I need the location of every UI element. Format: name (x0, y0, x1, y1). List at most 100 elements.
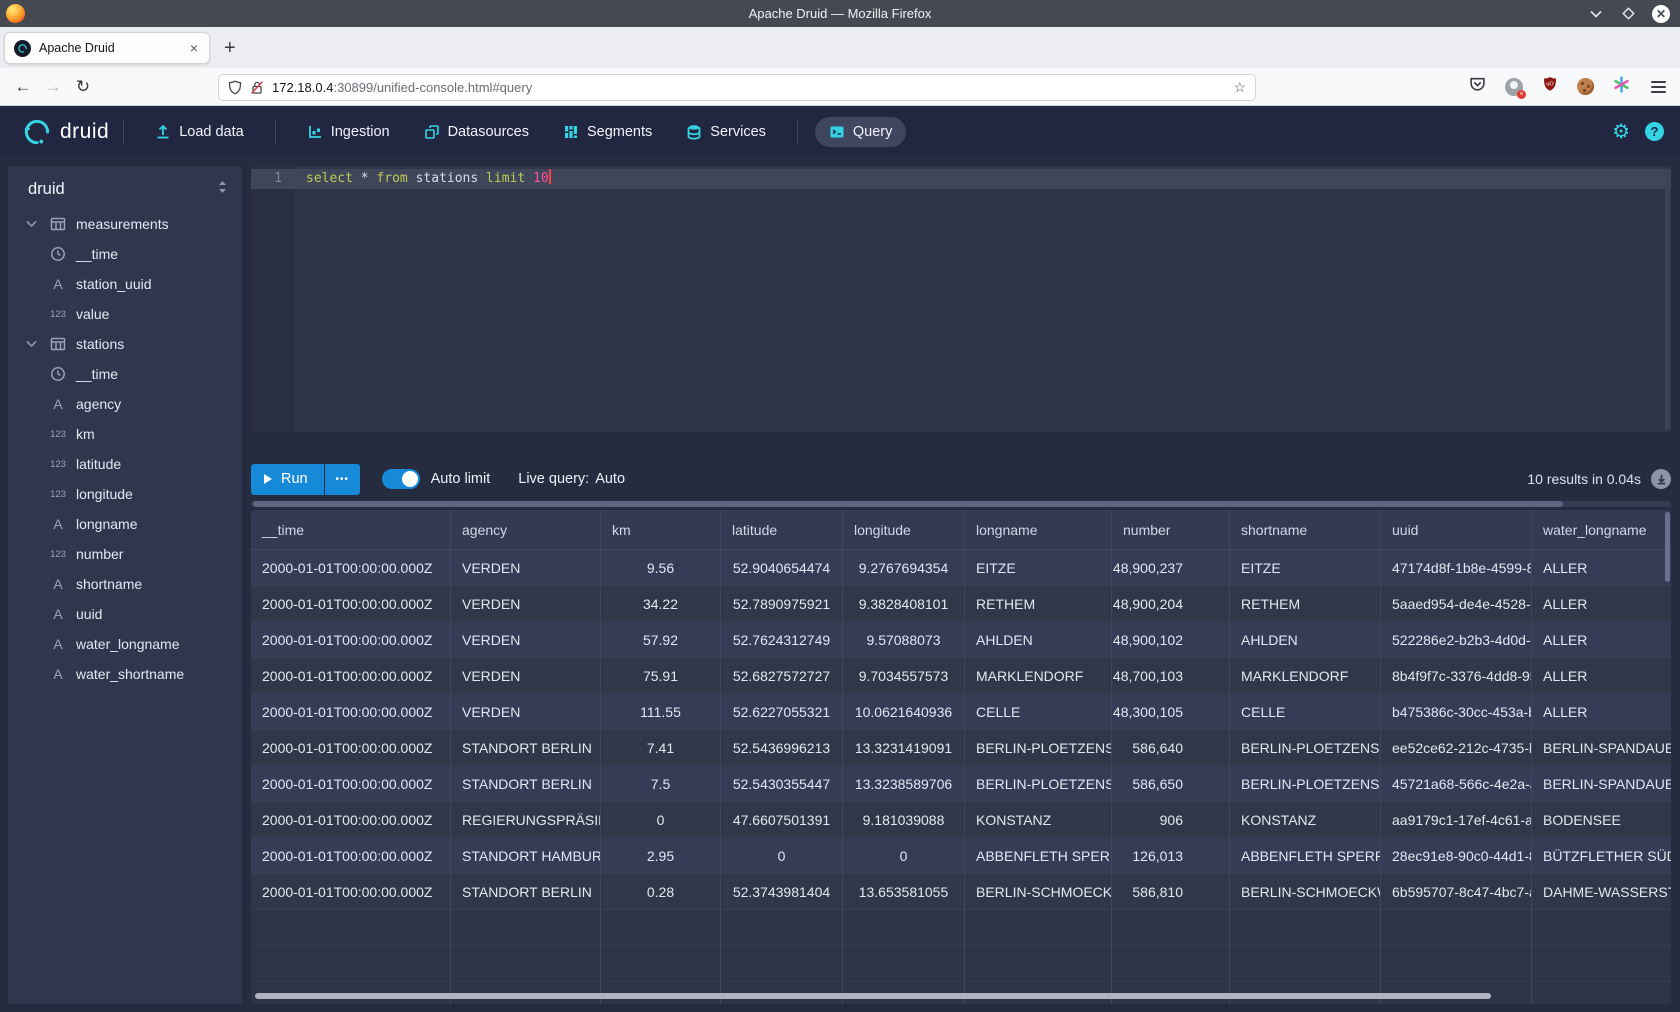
table-cell[interactable]: 2.95 (601, 838, 721, 874)
table-cell[interactable]: 2000-01-01T00:00:00.000Z (251, 838, 451, 874)
column-header-water_longname[interactable]: water_longname (1532, 510, 1671, 549)
ublock-icon[interactable]: uO (1542, 76, 1558, 98)
table-cell[interactable]: 906 (1112, 802, 1230, 838)
table-cell[interactable]: AHLDEN (965, 622, 1112, 658)
live-query-value[interactable]: Auto (595, 471, 625, 487)
download-icon[interactable] (1651, 469, 1671, 489)
browser-tab[interactable]: Apache Druid × (4, 32, 210, 64)
column-header-number[interactable]: number (1112, 510, 1230, 549)
table-cell[interactable]: ALLER (1532, 658, 1671, 694)
nav-item-segments[interactable]: Segments (549, 117, 666, 147)
table-cell[interactable]: 2000-01-01T00:00:00.000Z (251, 802, 451, 838)
table-cell[interactable]: 2000-01-01T00:00:00.000Z (251, 694, 451, 730)
reload-button[interactable]: ↻ (68, 77, 98, 97)
column-header-__time[interactable]: __time (251, 510, 451, 549)
schema-title[interactable]: druid (28, 180, 217, 199)
table-cell[interactable]: REGIERUNGSPRÄSIDIUM T (451, 802, 601, 838)
schema-column-latitude[interactable]: 123latitude (8, 449, 242, 479)
table-cell[interactable]: 52.9040654474 (721, 550, 843, 586)
table-cell[interactable]: 28ec91e8-90c0-44d1-8f6 (1381, 838, 1532, 874)
query-text[interactable]: select * from stations limit 10 (306, 169, 551, 189)
chevron-down-icon[interactable] (26, 220, 40, 228)
schema-column-longitude[interactable]: 123longitude (8, 479, 242, 509)
table-cell[interactable]: CELLE (1230, 694, 1381, 730)
table-cell[interactable]: ALLER (1532, 622, 1671, 658)
schema-column-value[interactable]: 123value (8, 299, 242, 329)
nav-item-services[interactable]: Services (672, 117, 780, 147)
table-cell[interactable]: VERDEN (451, 622, 601, 658)
schema-column-longname[interactable]: Alongname (8, 509, 242, 539)
table-cell[interactable]: BERLIN-SCHMOECKWITZ W (965, 874, 1112, 910)
chevron-down-icon[interactable] (26, 340, 40, 348)
table-cell[interactable]: 52.5430355447 (721, 766, 843, 802)
table-cell[interactable]: 111.55 (601, 694, 721, 730)
table-cell[interactable]: 48,900,204 (1112, 586, 1230, 622)
table-cell[interactable]: 5aaed954-de4e-4528-8f (1381, 586, 1532, 622)
table-cell[interactable]: 9.56 (601, 550, 721, 586)
table-cell[interactable]: ABBENFLETH SPERRWERK (1230, 838, 1381, 874)
table-cell[interactable]: 13.3231419091 (843, 730, 965, 766)
table-cell[interactable]: 2000-01-01T00:00:00.000Z (251, 622, 451, 658)
table-cell[interactable]: 7.5 (601, 766, 721, 802)
table-cell[interactable]: 2000-01-01T00:00:00.000Z (251, 550, 451, 586)
forward-button[interactable]: → (38, 77, 68, 97)
table-cell[interactable]: 9.3828408101 (843, 586, 965, 622)
table-cell[interactable]: 9.57088073 (843, 622, 965, 658)
column-header-agency[interactable]: agency (451, 510, 601, 549)
table-cell[interactable]: 6b595707-8c47-4bc7-a8a (1381, 874, 1532, 910)
schema-column-km[interactable]: 123km (8, 419, 242, 449)
schema-column-water_longname[interactable]: Awater_longname (8, 629, 242, 659)
table-cell[interactable]: 45721a68-566c-4e2a-a6f (1381, 766, 1532, 802)
table-cell[interactable]: STANDORT BERLIN (451, 766, 601, 802)
table-scrollbar-right[interactable] (1665, 512, 1670, 582)
table-cell[interactable]: 52.6227055321 (721, 694, 843, 730)
table-cell[interactable]: 2000-01-01T00:00:00.000Z (251, 730, 451, 766)
new-tab-button[interactable]: + (224, 38, 236, 58)
table-cell[interactable]: 52.5436996213 (721, 730, 843, 766)
table-cell[interactable]: 2000-01-01T00:00:00.000Z (251, 586, 451, 622)
table-cell[interactable]: 75.91 (601, 658, 721, 694)
table-cell[interactable]: 52.7890975921 (721, 586, 843, 622)
table-cell[interactable]: 34.22 (601, 586, 721, 622)
gear-icon[interactable]: ⚙ (1612, 122, 1630, 142)
table-scrollbar-top[interactable] (251, 501, 1671, 507)
table-cell[interactable]: 48,900,102 (1112, 622, 1230, 658)
schema-column-shortname[interactable]: Ashortname (8, 569, 242, 599)
hamburger-menu-icon[interactable] (1651, 81, 1666, 93)
table-cell[interactable]: KONSTANZ (1230, 802, 1381, 838)
table-cell[interactable]: MARKLENDORF (965, 658, 1112, 694)
table-cell[interactable]: RETHEM (965, 586, 1112, 622)
schema-column-__time[interactable]: __time (8, 239, 242, 269)
pocket-icon[interactable] (1469, 76, 1486, 98)
table-cell[interactable]: 52.6827572727 (721, 658, 843, 694)
table-cell[interactable]: 8b4f9f7c-3376-4dd8-95c (1381, 658, 1532, 694)
table-cell[interactable]: CELLE (965, 694, 1112, 730)
table-cell[interactable]: 48,900,237 (1112, 550, 1230, 586)
run-more-button[interactable]: ••• (325, 464, 360, 495)
table-cell[interactable]: STANDORT BERLIN (451, 874, 601, 910)
auto-limit-toggle[interactable] (382, 469, 420, 489)
table-cell[interactable]: 0 (601, 802, 721, 838)
table-cell[interactable]: 2000-01-01T00:00:00.000Z (251, 766, 451, 802)
table-cell[interactable]: STANDORT BERLIN (451, 730, 601, 766)
table-cell[interactable]: 9.7034557573 (843, 658, 965, 694)
nav-item-ingestion[interactable]: Ingestion (293, 117, 404, 147)
cookie-icon[interactable] (1577, 78, 1594, 95)
table-cell[interactable]: ALLER (1532, 694, 1671, 730)
table-cell[interactable]: BÜTZFLETHER SÜDERELBE (1532, 838, 1671, 874)
column-header-km[interactable]: km (601, 510, 721, 549)
editor-scrollbar[interactable] (1665, 168, 1670, 430)
auto-limit-label[interactable]: Auto limit (431, 471, 491, 487)
table-cell[interactable]: 586,650 (1112, 766, 1230, 802)
nav-item-query[interactable]: Query (815, 117, 907, 147)
schema-column-number[interactable]: 123number (8, 539, 242, 569)
table-cell[interactable]: VERDEN (451, 694, 601, 730)
schema-table-measurements[interactable]: measurements (8, 209, 242, 239)
table-cell[interactable]: EITZE (1230, 550, 1381, 586)
table-cell[interactable]: BERLIN-SPANDAUER-SCH (1532, 730, 1671, 766)
table-cell[interactable]: 0 (843, 838, 965, 874)
table-cell[interactable]: BERLIN-PLOETZENSEE OW (1230, 730, 1381, 766)
column-header-latitude[interactable]: latitude (721, 510, 843, 549)
sort-carets-icon[interactable] (217, 180, 228, 199)
table-cell[interactable]: BERLIN-SPANDAUER-SCH (1532, 766, 1671, 802)
